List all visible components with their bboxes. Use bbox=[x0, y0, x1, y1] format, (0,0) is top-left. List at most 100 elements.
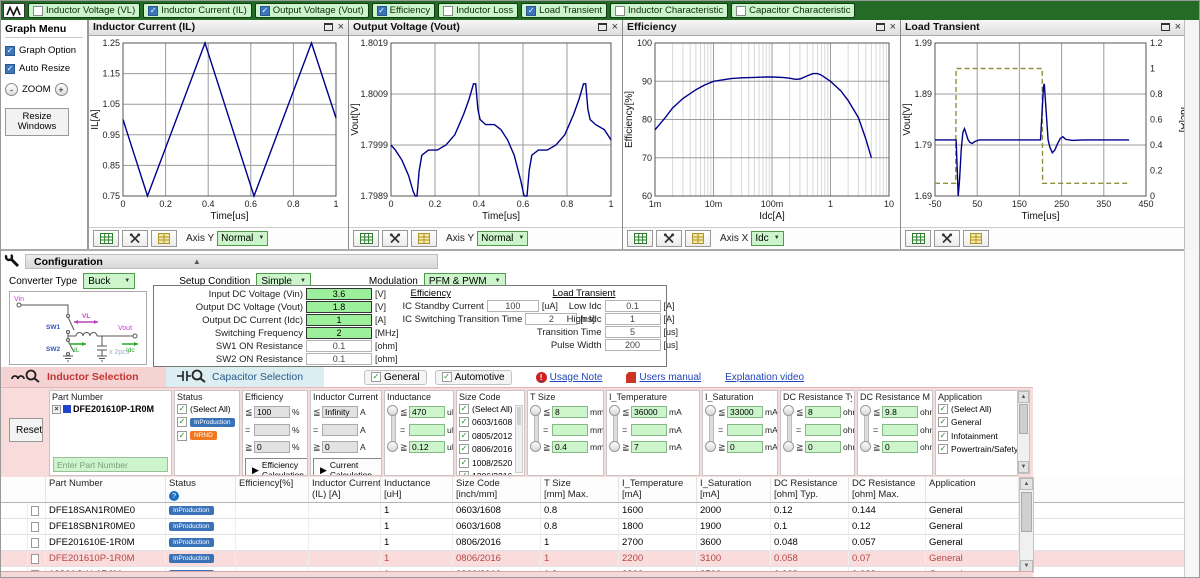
scroll-up-icon[interactable]: ▲ bbox=[1020, 478, 1033, 490]
checkbox-icon[interactable] bbox=[459, 417, 469, 427]
slider-handle-max[interactable] bbox=[609, 405, 620, 416]
table-row[interactable]: DFE201610E-1R0MInProduction10806/2016127… bbox=[1, 535, 1186, 551]
close-icon[interactable]: × bbox=[612, 23, 618, 32]
tools-button[interactable] bbox=[122, 230, 148, 247]
slider-handle-min[interactable] bbox=[387, 441, 398, 452]
pulse-width-input[interactable] bbox=[605, 339, 661, 351]
table-data-button[interactable] bbox=[905, 230, 931, 247]
checkbox-icon[interactable] bbox=[459, 458, 469, 468]
high-idc-input[interactable] bbox=[605, 313, 661, 325]
filter-option-0806-2016[interactable]: 0806/2016 bbox=[459, 443, 522, 457]
filter-inductance-ge-input[interactable] bbox=[409, 441, 445, 453]
filter-i-saturation-ge-input[interactable] bbox=[727, 441, 763, 453]
list-scrollbar[interactable] bbox=[515, 405, 523, 473]
filter-option-0603-1608[interactable]: 0603/1608 bbox=[459, 416, 522, 430]
table-data-button[interactable] bbox=[353, 230, 379, 247]
slider-handle-min[interactable] bbox=[705, 441, 716, 452]
maximize-icon[interactable] bbox=[876, 23, 885, 31]
configuration-header[interactable]: Configuration ▲ bbox=[25, 254, 438, 269]
switching-frequency-input[interactable] bbox=[306, 327, 372, 339]
sw1-on-resistance-input[interactable] bbox=[306, 340, 372, 352]
checkbox-icon[interactable] bbox=[459, 431, 469, 441]
export-csv-button[interactable] bbox=[411, 230, 437, 247]
maximize-icon[interactable] bbox=[1161, 23, 1170, 31]
filter-efficiency-ge-input[interactable] bbox=[254, 441, 290, 453]
output-dc-voltage-vout-input[interactable] bbox=[306, 301, 372, 313]
checkbox-icon[interactable] bbox=[938, 444, 948, 454]
axis-select[interactable]: Normal bbox=[217, 231, 268, 246]
checkbox-icon[interactable] bbox=[459, 444, 469, 454]
row-selector-cell[interactable] bbox=[1, 551, 28, 566]
selection-checkbox-general[interactable]: General bbox=[364, 370, 427, 385]
filter-inductance-le-input[interactable] bbox=[409, 406, 445, 418]
checkbox-icon[interactable] bbox=[5, 64, 15, 74]
checkbox-icon[interactable] bbox=[938, 417, 948, 427]
filter-i-saturation-eq-input[interactable] bbox=[727, 424, 763, 436]
checkbox-icon[interactable] bbox=[443, 6, 453, 16]
checkbox-icon[interactable] bbox=[148, 6, 158, 16]
sw2-on-resistance-input[interactable] bbox=[306, 353, 372, 365]
export-csv-button[interactable] bbox=[685, 230, 711, 247]
scroll-down-icon[interactable]: ▼ bbox=[1018, 461, 1029, 473]
filter-dc-resistance-max-eq-input[interactable] bbox=[882, 424, 918, 436]
checkbox-icon[interactable] bbox=[459, 471, 469, 476]
table-data-button[interactable] bbox=[93, 230, 119, 247]
filter-scrollbar[interactable]: ▲ ▼ bbox=[1017, 390, 1030, 474]
filter-i-temperature-ge-input[interactable] bbox=[631, 441, 667, 453]
table-row[interactable]: DFE18SAN1R0ME0InProduction10603/16080.81… bbox=[1, 503, 1186, 519]
maximize-icon[interactable] bbox=[324, 23, 333, 31]
low-idc-input[interactable] bbox=[605, 300, 661, 312]
maximize-icon[interactable] bbox=[598, 23, 607, 31]
toolbar-toggle-inductor-voltage-vl[interactable]: Inductor Voltage (VL) bbox=[28, 3, 140, 18]
filter-i-saturation-le-input[interactable] bbox=[727, 406, 763, 418]
tools-button[interactable] bbox=[382, 230, 408, 247]
close-icon[interactable]: × bbox=[890, 23, 896, 32]
filter-option-select-all[interactable]: (Select All) bbox=[938, 402, 1015, 416]
link-users-manual[interactable]: Users manual bbox=[626, 372, 701, 383]
slider-handle-min[interactable] bbox=[530, 441, 541, 452]
tools-button[interactable] bbox=[934, 230, 960, 247]
toolbar-toggle-output-voltage-vout[interactable]: Output Voltage (Vout) bbox=[255, 3, 369, 18]
checkbox-icon[interactable] bbox=[377, 6, 387, 16]
filter-dc-resistance-max-ge-input[interactable] bbox=[882, 441, 918, 453]
checkbox-icon[interactable] bbox=[938, 431, 948, 441]
checkbox-icon[interactable] bbox=[938, 404, 948, 414]
table-data-button[interactable] bbox=[627, 230, 653, 247]
filter-option-inproduction[interactable]: InProduction bbox=[177, 416, 237, 430]
horizontal-scrollbar[interactable] bbox=[1, 571, 1033, 578]
range-slider[interactable] bbox=[705, 402, 717, 457]
toolbar-toggle-inductor-characteristic[interactable]: Inductor Characteristic bbox=[610, 3, 728, 18]
toolbar-toggle-inductor-loss[interactable]: Inductor Loss bbox=[438, 3, 518, 18]
checkbox-icon[interactable] bbox=[526, 6, 536, 16]
converter-type-select[interactable]: Buck bbox=[83, 273, 135, 289]
slider-handle-max[interactable] bbox=[705, 405, 716, 416]
zoom-in-button[interactable]: + bbox=[55, 83, 68, 96]
checkbox-icon[interactable] bbox=[177, 404, 187, 414]
checkbox-icon[interactable] bbox=[459, 404, 469, 414]
input-dc-voltage-vin-input[interactable] bbox=[306, 288, 372, 300]
filter-t-size-le-input[interactable] bbox=[552, 406, 588, 418]
range-slider[interactable] bbox=[860, 402, 872, 457]
tab-capacitor-selection[interactable]: Capacitor Selection bbox=[166, 367, 324, 387]
export-csv-button[interactable] bbox=[963, 230, 989, 247]
filter-dc-resistance-typ-le-input[interactable] bbox=[805, 406, 841, 418]
graph-menu-option-auto-resize[interactable]: Auto Resize bbox=[5, 63, 83, 74]
checkbox-icon[interactable] bbox=[736, 6, 746, 16]
reset-button[interactable]: Reset bbox=[9, 418, 43, 442]
checkbox-icon[interactable] bbox=[177, 431, 187, 441]
charts-scrollbar[interactable] bbox=[1184, 20, 1199, 249]
export-csv-button[interactable] bbox=[151, 230, 177, 247]
filter-inductor-current-le-input[interactable] bbox=[322, 406, 358, 418]
range-slider[interactable] bbox=[530, 402, 542, 457]
close-icon[interactable]: × bbox=[338, 23, 344, 32]
filter-option-1206-3216[interactable]: 1206/3216 bbox=[459, 470, 522, 477]
filter-option-powertrain-safety[interactable]: Powertrain/Safety bbox=[938, 443, 1015, 457]
filter-t-size-eq-input[interactable] bbox=[552, 424, 588, 436]
range-slider[interactable] bbox=[387, 402, 399, 457]
slider-handle-max[interactable] bbox=[530, 405, 541, 416]
filter-t-size-ge-input[interactable] bbox=[552, 441, 588, 453]
slider-handle-max[interactable] bbox=[783, 405, 794, 416]
filter-option-select-all[interactable]: (Select All) bbox=[177, 402, 237, 416]
graph-menu-option-graph-option[interactable]: Graph Option bbox=[5, 45, 83, 56]
slider-handle-max[interactable] bbox=[387, 405, 398, 416]
